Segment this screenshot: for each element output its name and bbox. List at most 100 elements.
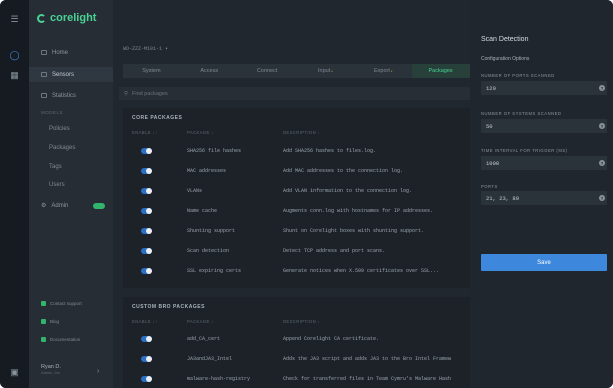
scan-detection-panel: Scan Detection Configuration Options NUM… [470,0,613,388]
footer-contact-support[interactable]: Contact support [41,301,82,306]
package-name: malware-hash-registry [187,376,251,382]
sidebar-item-statistics[interactable]: Statistics [29,88,113,103]
enable-toggle[interactable] [141,336,152,342]
help-icon[interactable]: ? [599,195,605,201]
table-row: Shunting support Shunt on Corelight boxe… [123,223,470,239]
table-row: SHA256 file hashes Add SHA256 hashes to … [123,143,470,159]
admin-badge [93,202,106,209]
package-description: Adds the JA3 script and adds JA3 to the … [283,356,452,362]
field-label: NUMBER OF PORTS SCANNED [481,73,555,78]
column-header-enable[interactable]: ENABLE ↓↑ [132,319,157,324]
tab-bar: System Access Connect Input * Export * Pac… [123,64,470,78]
footer-blog[interactable]: Blog [41,319,59,324]
package-description: Check for transferred files in Team Cymr… [283,376,452,382]
app-ring-icon[interactable]: ◯ [9,50,20,61]
icon-rail: ☰ ◯ ▦ ▣ [0,0,29,388]
sidebar-item-admin[interactable]: ⚙ Admin [29,198,113,213]
systems-scanned-input[interactable]: 50 [481,119,607,133]
footer-label: Documentation [50,337,81,342]
field-label: NUMBER OF SYSTEMS SCANNED [481,111,562,116]
panel-subtitle: Configuration Options [481,56,530,62]
sidebar-item-packages[interactable]: Packages [49,145,75,151]
chart-icon [41,93,47,98]
logo-icon [37,13,46,23]
sidebar-item-users[interactable]: Users [49,182,65,188]
enable-toggle[interactable] [141,188,152,194]
column-header-package[interactable]: PACKAGE ↓ [187,130,214,135]
time-interval-input[interactable]: 1000 [481,156,607,170]
column-header-package[interactable]: PACKAGE ↓ [187,319,214,324]
package-description: Generate notices when X.509 certificates… [283,268,440,274]
field-label: TIME INTERVAL FOR TRIGGER (MS) [481,148,568,153]
enable-toggle[interactable] [141,248,152,254]
column-header-description[interactable]: DESCRIPTION ↓ [283,130,320,135]
corelight-logo[interactable]: corelight [37,12,96,24]
tab-access[interactable]: Access [181,64,239,78]
table-row: VLANs Add VLAN information to the connec… [123,183,470,199]
table-row: Name cache Augments conn.log with hostna… [123,203,470,219]
tab-label: Packages [428,68,453,74]
chevron-right-icon[interactable]: › [97,368,99,375]
brand-name: corelight [50,12,97,24]
package-description: Add MAC addresses to the connection log. [283,168,404,174]
column-header-enable[interactable]: ENABLE ↓↑ [132,130,157,135]
search-icon: ⚲ [124,90,129,97]
admin-icon: ⚙ [41,203,47,209]
help-icon[interactable]: ? [599,85,605,91]
grid-icon[interactable]: ▦ [9,70,20,81]
menu-icon[interactable]: ☰ [9,14,20,25]
enable-toggle[interactable] [141,228,152,234]
documentation-icon [41,337,46,342]
package-description: Append Corelight CA certificate. [283,336,380,342]
tab-export[interactable]: Export * [354,64,412,78]
search-input[interactable]: ⚲ Find packages [119,87,470,100]
table-row: JA3andJA3_Intel Adds the JA3 script and … [123,351,470,367]
table-row: Scan detection Detect TCP address and po… [123,243,470,259]
save-button[interactable]: Save [481,254,607,271]
tab-label: Export [373,68,390,74]
tab-input[interactable]: Input * [296,64,354,78]
custom-packages-panel: CUSTOM BRO PACKAGES ENABLE ↓↑ PACKAGE ↓ … [123,297,470,388]
ports-scanned-input[interactable]: 120 [481,81,607,95]
sidebar-item-label: Home [52,49,69,56]
profile-icon[interactable]: ▣ [9,367,20,378]
package-name: MAC addresses [187,168,227,174]
tab-system[interactable]: System [123,64,181,78]
enable-toggle[interactable] [141,208,152,214]
package-description: Shunt on Corelight boxes with shunting s… [283,228,425,234]
user-info[interactable]: Ryan D. Admin, Inc [41,364,61,375]
enable-toggle[interactable] [141,356,152,362]
sidebar-item-tags[interactable]: Tags [49,164,62,170]
enable-toggle[interactable] [141,168,152,174]
sidebar: corelight Home Sensors Statistics MODELS… [29,0,113,388]
ports-input[interactable]: 21, 23, 80 [481,191,607,205]
tab-connect[interactable]: Connect [239,64,297,78]
sidebar-item-sensors[interactable]: Sensors [29,67,113,82]
search-placeholder: Find packages [132,90,168,97]
top-bar [113,0,470,32]
package-name: SSL expiring certs [187,268,242,274]
sidebar-section-label: MODELS [41,110,64,115]
sidebar-item-home[interactable]: Home [29,45,113,60]
help-icon[interactable]: ? [599,160,605,166]
enable-toggle[interactable] [141,376,152,382]
package-name: add_CA_cert [187,336,221,342]
help-icon[interactable]: ? [599,123,605,129]
tab-packages[interactable]: Packages [412,64,470,78]
sidebar-item-policies[interactable]: Policies [49,126,70,132]
field-label: PORTS [481,184,498,189]
tab-label: Access [200,68,219,74]
package-name: Scan detection [187,248,230,254]
enable-toggle[interactable] [141,148,152,154]
table-row: add_CA_cert Append Corelight CA certific… [123,331,470,347]
device-selector[interactable]: WO-ZZZ-M101-1 ▾ [123,46,168,52]
enable-toggle[interactable] [141,268,152,274]
package-description: Augments conn.log with hostnames for IP … [283,208,434,214]
package-name: Name cache [187,208,218,214]
sidebar-item-label: Statistics [52,92,77,99]
package-description: Add VLAN information to the connection l… [283,188,413,194]
tab-label: Connect [256,68,278,74]
app-window: ☰ ◯ ▦ ▣ corelight Home Sensors Statistic… [0,0,613,388]
column-header-description[interactable]: DESCRIPTION ↓ [283,319,320,324]
footer-documentation[interactable]: Documentation [41,337,80,342]
